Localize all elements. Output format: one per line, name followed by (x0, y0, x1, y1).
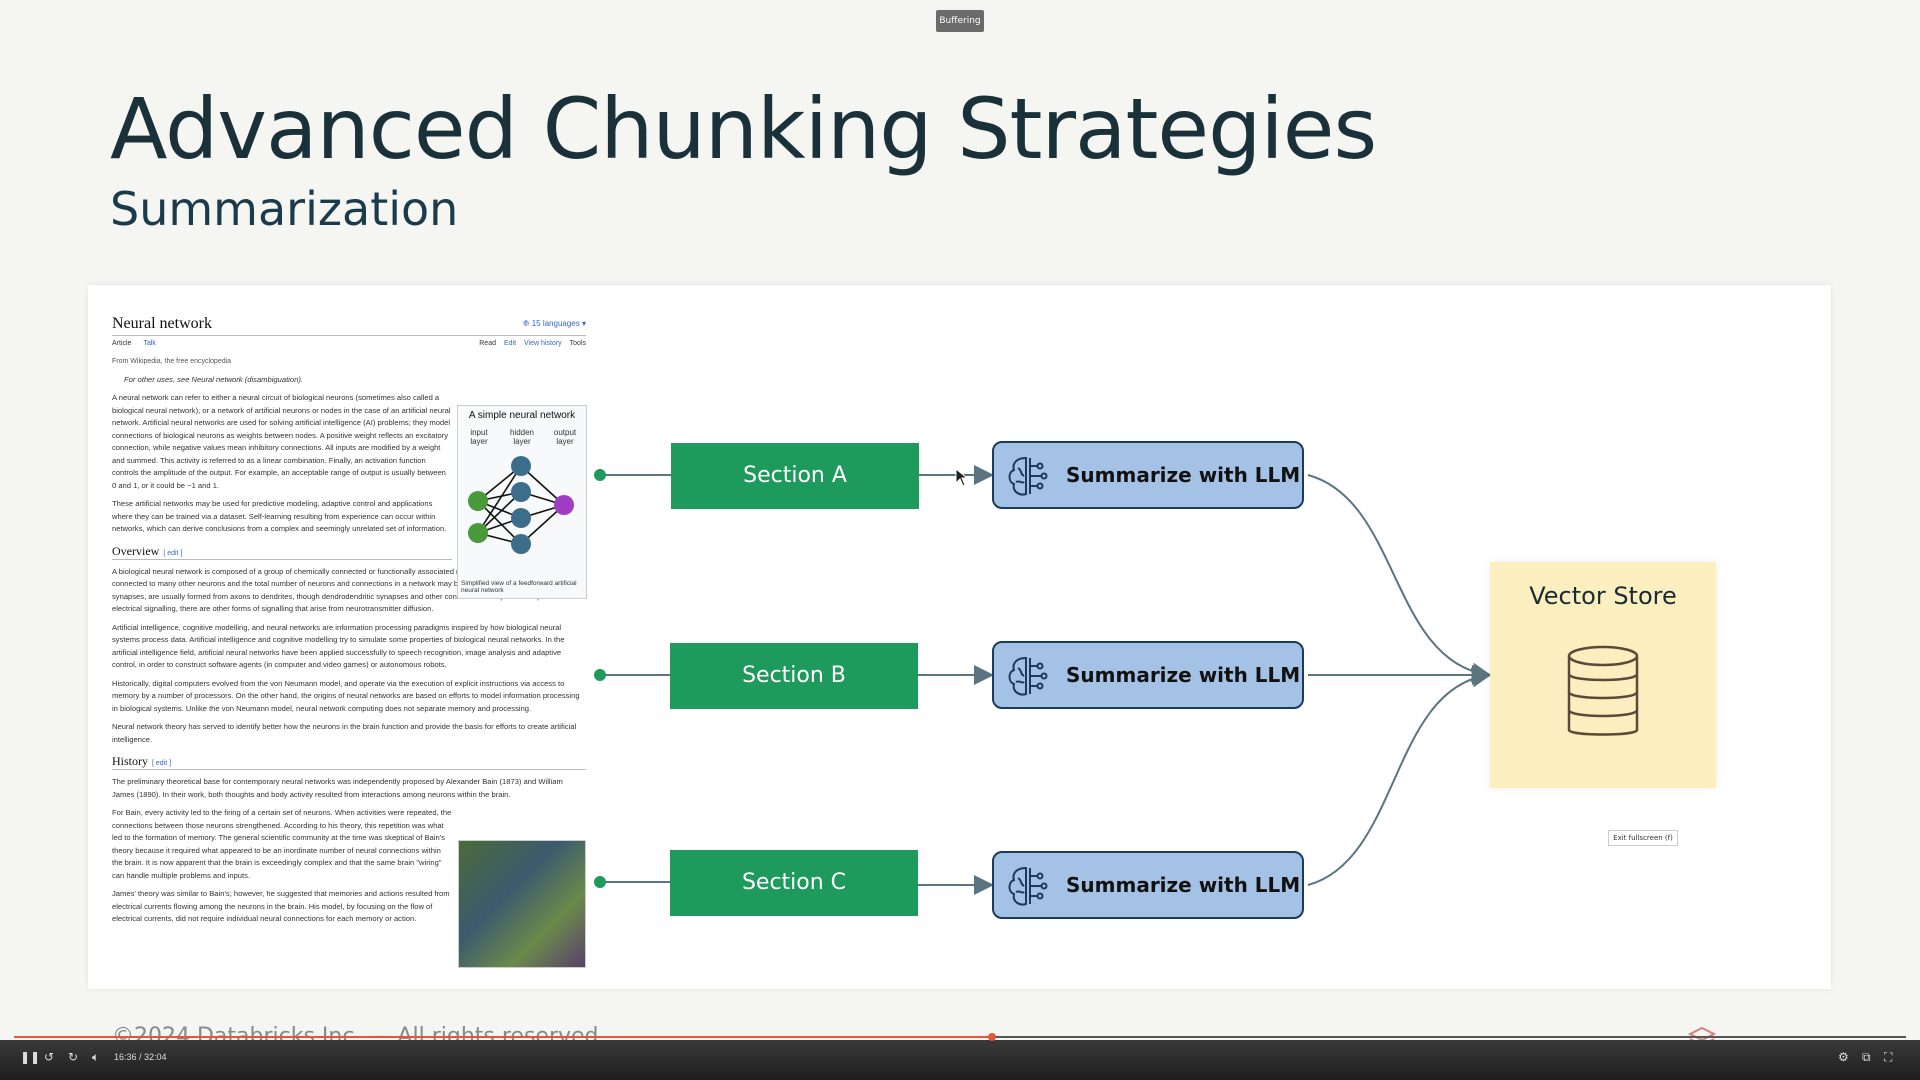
progress-fill (14, 1036, 993, 1038)
tab-history: View history (524, 340, 562, 347)
buffering-badge: Buffering (936, 10, 984, 32)
forward-icon[interactable]: ↻ (68, 1050, 78, 1064)
summarize-llm-box-c: Summarize with LLM (992, 851, 1304, 919)
section-a-box: Section A (671, 443, 919, 509)
brain-icon (1008, 656, 1048, 696)
llm-label: Summarize with LLM (1066, 463, 1301, 487)
tab-read: Read (479, 340, 496, 347)
wiki-heading-history: History[ edit ] (112, 754, 586, 770)
neurons-image (458, 840, 586, 968)
section-c-box: Section C (670, 850, 918, 916)
vector-store-label: Vector Store (1529, 582, 1677, 610)
infobox-caption: A simple neural network (468, 410, 576, 421)
summarize-llm-box-a: Summarize with LLM (992, 441, 1304, 509)
volume-icon[interactable]: 🔈︎ (92, 1050, 99, 1065)
time-display: 16:36 / 32:04 (114, 1052, 167, 1062)
pause-icon[interactable]: ❚❚ (20, 1050, 40, 1064)
wiki-paragraph: James' theory was similar to Bain's; how… (112, 889, 450, 923)
wiki-paragraph: Artificial intelligence, cognitive model… (112, 622, 565, 670)
tab-talk: Talk (143, 340, 156, 347)
tab-article: Article (112, 340, 132, 347)
wiki-paragraph: A neural network can refer to either a n… (112, 393, 451, 490)
infobox-hidden-label: hidden layer (509, 428, 535, 446)
wiki-tabs: Article Talk Read Edit View history Tools (112, 340, 586, 354)
vector-store-box: Vector Store (1490, 562, 1716, 788)
fullscreen-icon[interactable]: ⛶ (1884, 1050, 1892, 1065)
wiki-paragraph: Historically, digital computers evolved … (112, 678, 580, 713)
slide-subtitle: Summarization (110, 182, 459, 236)
wiki-paragraph: The preliminary theoretical base for con… (112, 777, 563, 799)
brain-icon (1008, 456, 1048, 496)
database-icon (1567, 645, 1639, 736)
translate-icon: ⟰ (522, 319, 532, 328)
infobox-output-label: output layer (553, 428, 577, 446)
wiki-heading-overview: Overview[ edit ] (112, 544, 452, 560)
infobox-footer: Simplified view of a feedforward artific… (461, 580, 577, 594)
tab-tools: Tools (569, 340, 586, 347)
slide-title: Advanced Chunking Strategies (110, 80, 1377, 178)
rewind-icon[interactable]: ↺ (44, 1050, 54, 1064)
llm-label: Summarize with LLM (1066, 663, 1301, 687)
wiki-paragraph: For Bain, every activity led to the firi… (112, 808, 452, 880)
settings-icon[interactable]: ⚙ (1838, 1050, 1849, 1064)
summarize-llm-box-b: Summarize with LLM (992, 641, 1304, 709)
wiki-infobox: A simple neural network input layer hidd… (457, 405, 587, 599)
wiki-languages: ⟰ 15 languages ▾ (522, 319, 586, 328)
wiki-paragraph: Neural network theory has served to iden… (112, 722, 577, 744)
brain-icon (1008, 866, 1048, 906)
tab-edit: Edit (503, 340, 517, 347)
neural-network-icon (468, 456, 574, 554)
mouse-cursor-icon (955, 468, 969, 487)
wiki-title: Neural network (112, 315, 212, 332)
llm-label: Summarize with LLM (1066, 873, 1301, 897)
wiki-paragraph: These artificial networks may be used fo… (112, 499, 447, 533)
infobox-input-label: input layer (470, 428, 488, 446)
wiki-hatnote: For other uses, see Neural network (disa… (124, 375, 303, 384)
player-controls-bar (0, 1040, 1920, 1080)
pip-icon[interactable]: ⧉ (1862, 1050, 1871, 1065)
exit-fullscreen-button[interactable]: Exit fullscreen (f) (1608, 830, 1678, 846)
section-b-box: Section B (670, 643, 918, 709)
wiki-from: From Wikipedia, the free encyclopedia (112, 358, 232, 365)
